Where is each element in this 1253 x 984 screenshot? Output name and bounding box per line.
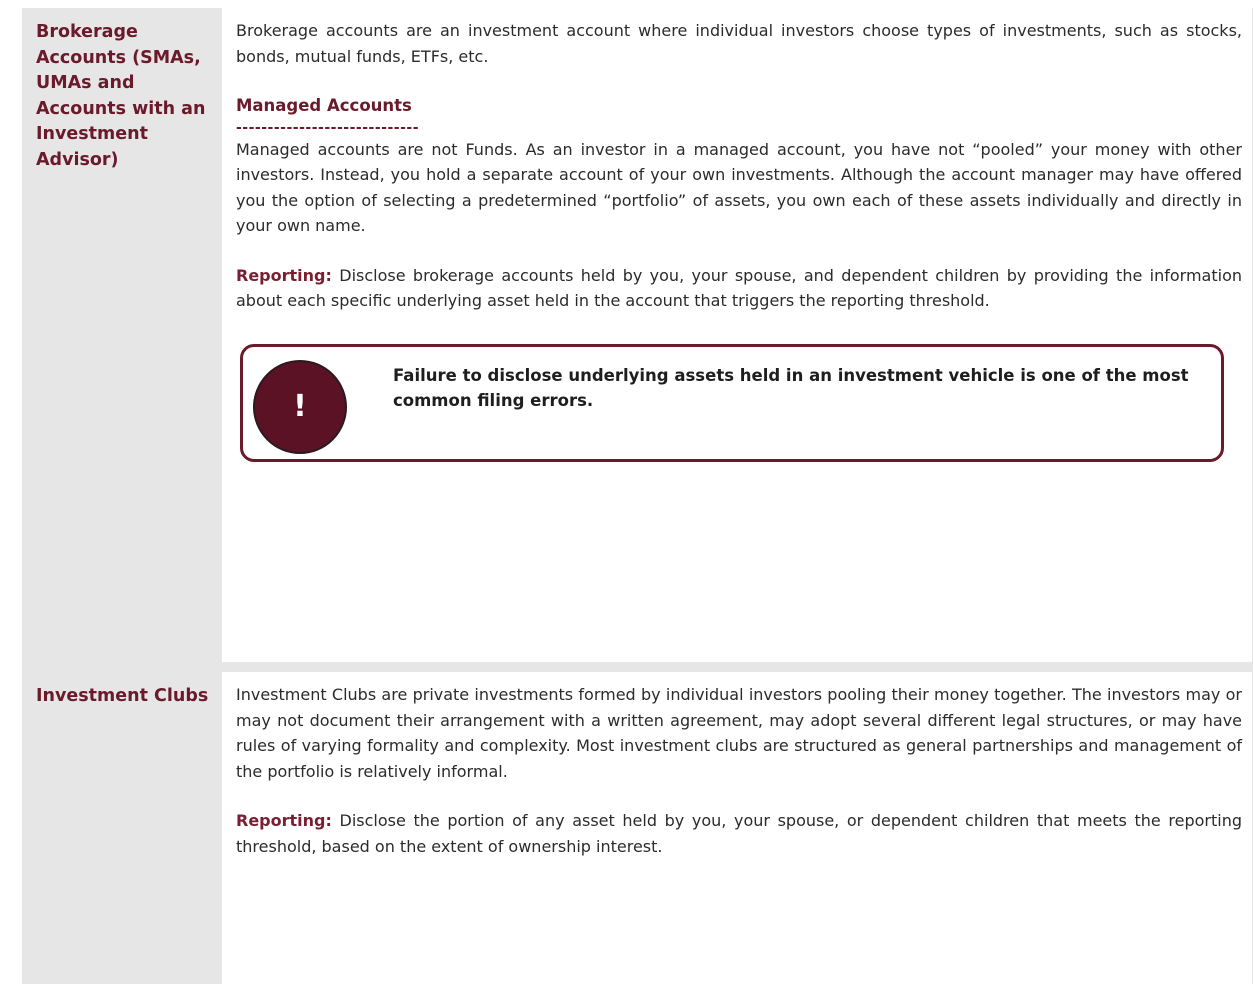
investment-clubs-reporting-paragraph: Reporting: Disclose the portion of any a… (236, 808, 1242, 859)
reporting-label: Reporting: (236, 265, 332, 285)
warning-callout-text: Failure to disclose underlying assets he… (393, 365, 1189, 411)
row-label-brokerage: Brokerage Accounts (SMAs, UMAs and Accou… (36, 22, 206, 170)
table-row-brokerage: Brokerage Accounts (SMAs, UMAs and Accou… (22, 8, 1253, 662)
row-content-cell: Investment Clubs are private investments… (222, 672, 1253, 984)
exclamation-icon: ! (253, 359, 347, 454)
managed-accounts-text: Managed accounts are not Funds. As an in… (236, 139, 1242, 236)
row-label-cell: Investment Clubs (22, 672, 222, 984)
reporting-text: Disclose brokerage accounts held by you,… (236, 265, 1243, 311)
reporting-label: Reporting: (236, 811, 332, 830)
table-row-investment-clubs: Investment Clubs Investment Clubs are pr… (22, 672, 1253, 984)
row-separator (22, 662, 1253, 672)
managed-accounts-heading: Managed Accounts (236, 96, 412, 115)
row-label-cell: Brokerage Accounts (SMAs, UMAs and Accou… (22, 8, 222, 662)
row-content-cell: Brokerage accounts are an investment acc… (222, 8, 1253, 662)
reporting-text: Disclose the portion of any asset held b… (236, 811, 1242, 856)
investment-clubs-intro-text: Investment Clubs are private investments… (236, 685, 1242, 781)
brokerage-intro-text: Brokerage accounts are an investment acc… (236, 21, 1242, 66)
row-label-investment-clubs: Investment Clubs (36, 686, 209, 706)
reporting-guide-table: Brokerage Accounts (SMAs, UMAs and Accou… (22, 8, 1253, 984)
warning-callout: ! Failure to disclose underlying assets … (240, 343, 1224, 462)
heading-divider: ----------------------------- (236, 119, 420, 136)
brokerage-reporting-paragraph: Reporting: Disclose brokerage accounts h… (236, 263, 1242, 314)
